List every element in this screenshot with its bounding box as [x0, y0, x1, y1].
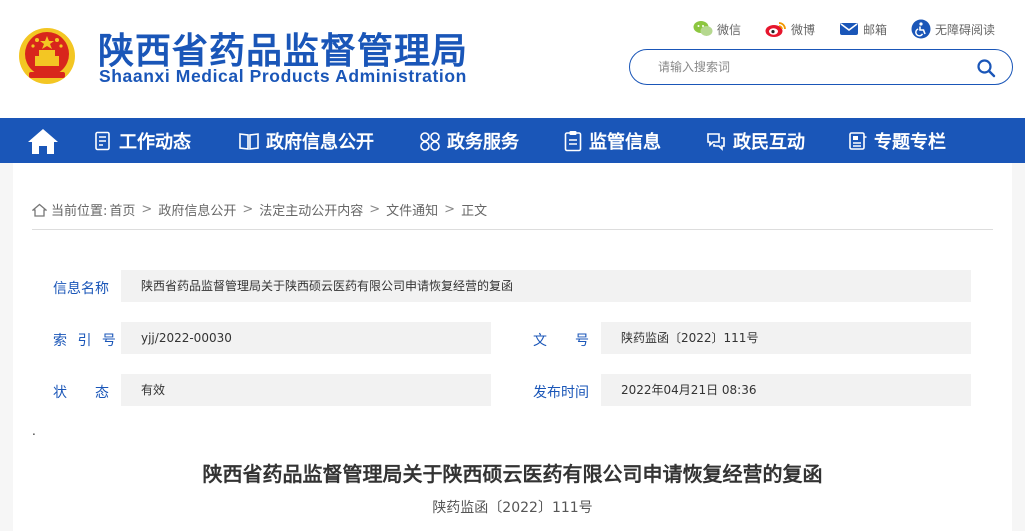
top-links: 微信 微博 邮箱 无障碍阅读 [669, 19, 995, 39]
services-grid-icon [420, 131, 440, 151]
search-input[interactable] [658, 58, 958, 76]
nav-item-label: 政民互动 [733, 131, 805, 153]
chat-bubbles-icon [707, 132, 725, 151]
info-index-value: yjj/2022-00030 [121, 322, 491, 354]
info-name-value: 陕西省药品监督管理局关于陕西硕云医药有限公司申请恢复经营的复函 [121, 270, 971, 302]
breadcrumb-gov-info[interactable]: 政府信息公开 [158, 200, 236, 219]
nav-item-services[interactable]: 政务服务 [419, 118, 519, 163]
site-header: 陕西省药品监督管理局 Shaanxi Medical Products Admi… [0, 0, 1025, 118]
accessibility-label: 无障碍阅读 [934, 22, 995, 37]
breadcrumb: 当前位置: 首页 > 政府信息公开 > 法定主动公开内容 > 文件通知 > 正文 [32, 200, 487, 219]
mail-icon [839, 23, 858, 35]
search-icon[interactable] [976, 58, 996, 78]
site-logo-subtitle[interactable]: Shaanxi Medical Products Administration [99, 66, 467, 87]
accessibility-link[interactable]: 无障碍阅读 [911, 19, 995, 39]
nav-item-label: 工作动态 [119, 131, 191, 153]
document-list-icon [95, 131, 110, 150]
nav-item-label: 专题专栏 [874, 131, 946, 153]
info-status-value: 有效 [121, 374, 491, 406]
info-date-value: 2022年04月21日 08:36 [601, 374, 971, 406]
wechat-link[interactable]: 微信 [693, 19, 741, 39]
nav-item-label: 监管信息 [589, 131, 661, 153]
breadcrumb-separator: > [444, 202, 456, 217]
breadcrumb-separator: > [141, 202, 153, 217]
weibo-icon [765, 22, 786, 37]
info-date-label: 发布时间 [533, 385, 589, 401]
nav-item-label: 政府信息公开 [266, 131, 374, 153]
home-icon[interactable] [26, 127, 60, 155]
nav-item-label: 政务服务 [447, 131, 519, 153]
weibo-link[interactable]: 微博 [765, 19, 815, 39]
national-emblem-icon [19, 28, 75, 84]
mail-label: 邮箱 [862, 22, 887, 37]
breadcrumb-divider [32, 229, 993, 230]
breadcrumb-separator: > [369, 202, 381, 217]
nav-item-interaction[interactable]: 政民互动 [705, 118, 805, 163]
newspaper-icon [849, 131, 867, 150]
breadcrumb-statutory-content[interactable]: 法定主动公开内容 [259, 200, 363, 219]
nav-item-gov-info[interactable]: 政府信息公开 [238, 118, 374, 163]
mail-link[interactable]: 邮箱 [839, 19, 887, 39]
clipboard-icon [564, 130, 582, 151]
open-book-icon [239, 132, 259, 150]
breadcrumb-prefix: 当前位置: [51, 204, 108, 219]
wechat-label: 微信 [716, 22, 741, 37]
nav-item-supervision[interactable]: 监管信息 [563, 118, 661, 163]
wechat-icon [693, 21, 713, 36]
info-docno-value: 陕药监函〔2022〕111号 [601, 322, 971, 354]
info-docno-label: 文 号 [533, 333, 589, 349]
page: 陕西省药品监督管理局 Shaanxi Medical Products Admi… [0, 0, 1025, 531]
article-title: 陕西省药品监督管理局关于陕西硕云医药有限公司申请恢复经营的复函 [202, 462, 823, 486]
breadcrumb-notices[interactable]: 文件通知 [386, 200, 438, 219]
stray-dot: . [32, 424, 36, 438]
search-box [629, 49, 1013, 85]
article-doc-number: 陕药监函〔2022〕111号 [432, 500, 593, 516]
breadcrumb-current: 正文 [461, 204, 488, 219]
breadcrumb-separator: > [242, 202, 254, 217]
info-index-label: 索 引 号 [53, 333, 119, 349]
info-name-label: 信息名称 [53, 281, 109, 297]
info-status-label: 状 态 [53, 385, 109, 401]
home-outline-icon [32, 203, 47, 217]
weibo-label: 微博 [790, 22, 815, 37]
accessibility-icon [911, 19, 931, 39]
nav-item-topics[interactable]: 专题专栏 [848, 118, 946, 163]
breadcrumb-home[interactable]: 首页 [109, 200, 135, 219]
main-nav: 工作动态 政府信息公开 政务服务 监管信息 政民互动 专题专栏 [0, 118, 1025, 163]
nav-item-work-news[interactable]: 工作动态 [93, 118, 191, 163]
